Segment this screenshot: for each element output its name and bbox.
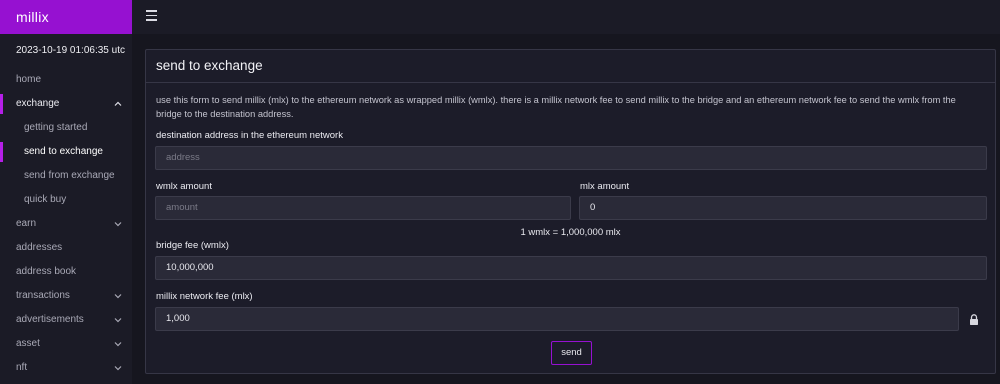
sidebar: millix 2023-10-19 01:06:35 utc home exch… (0, 0, 132, 384)
send-to-exchange-card: send to exchange use this form to send m… (145, 49, 996, 374)
sidebar-item-address-book[interactable]: address book (0, 260, 132, 284)
destination-address-label: destination address in the ethereum netw… (156, 130, 343, 141)
sidebar-item-label: send to exchange (24, 146, 103, 157)
sidebar-item-label: quick buy (24, 194, 67, 205)
sidebar-item-label: addresses (16, 242, 63, 253)
bridge-fee-label: bridge fee (wmlx) (156, 240, 229, 251)
sidebar-item-label: getting started (24, 122, 88, 133)
card-title: send to exchange (146, 50, 995, 83)
sidebar-item-label: advertisements (16, 314, 84, 325)
sidebar-item-transactions[interactable]: transactions (0, 284, 132, 308)
chevron-down-icon[interactable] (114, 292, 122, 300)
wmlx-amount-input[interactable]: amount (155, 196, 571, 220)
sidebar-item-earn[interactable]: earn (0, 212, 132, 236)
sidebar-item-send-from-exchange[interactable]: send from exchange (0, 164, 132, 188)
conversion-rate: 1 wmlx = 1,000,000 mlx (520, 227, 621, 238)
mlx-amount-label: mlx amount (580, 181, 630, 192)
sidebar-item-label: asset (16, 338, 40, 349)
chevron-down-icon[interactable] (114, 316, 122, 324)
chevron-down-icon[interactable] (114, 220, 122, 228)
active-marker (0, 142, 3, 162)
sidebar-item-asset[interactable]: asset (0, 332, 132, 356)
bridge-fee-input[interactable]: 10,000,000 (155, 256, 987, 280)
mlx-amount-input[interactable]: 0 (579, 196, 987, 220)
network-fee-input[interactable]: 1,000 (155, 307, 959, 331)
sidebar-item-label: home (16, 74, 42, 85)
wmlx-amount-label: wmlx amount (156, 181, 212, 192)
sidebar-item-nft[interactable]: nft (0, 356, 132, 380)
chevron-up-icon[interactable] (114, 100, 122, 108)
sidebar-item-label: send from exchange (24, 170, 115, 181)
sidebar-item-label: address book (16, 266, 77, 277)
chevron-down-icon[interactable] (114, 340, 122, 348)
sidebar-item-label: transactions (16, 290, 70, 301)
hamburger-icon[interactable] (146, 10, 157, 22)
sidebar-item-quick-buy[interactable]: quick buy (0, 188, 132, 212)
sidebar-item-exchange[interactable]: exchange (0, 92, 132, 116)
sidebar-item-advertisements[interactable]: advertisements (0, 308, 132, 332)
sidebar-item-addresses[interactable]: addresses (0, 236, 132, 260)
sidebar-item-label: nft (16, 362, 28, 373)
active-marker (0, 94, 3, 114)
current-datetime: 2023-10-19 01:06:35 utc (16, 45, 125, 56)
send-button[interactable]: send (551, 341, 592, 365)
lock-icon[interactable] (962, 307, 986, 331)
network-fee-label: millix network fee (mlx) (156, 291, 253, 302)
sidebar-item-home[interactable]: home (0, 68, 132, 92)
chevron-down-icon[interactable] (114, 364, 122, 372)
sidebar-item-label: exchange (16, 98, 60, 109)
top-bar (132, 0, 1000, 34)
brand-logo[interactable]: millix (0, 0, 132, 34)
destination-address-input[interactable]: address (155, 146, 987, 170)
form-description: use this form to send millix (mlx) to th… (156, 95, 956, 119)
sidebar-item-label: earn (16, 218, 37, 229)
sidebar-item-getting-started[interactable]: getting started (0, 116, 132, 140)
sidebar-item-send-to-exchange[interactable]: send to exchange (0, 140, 132, 164)
